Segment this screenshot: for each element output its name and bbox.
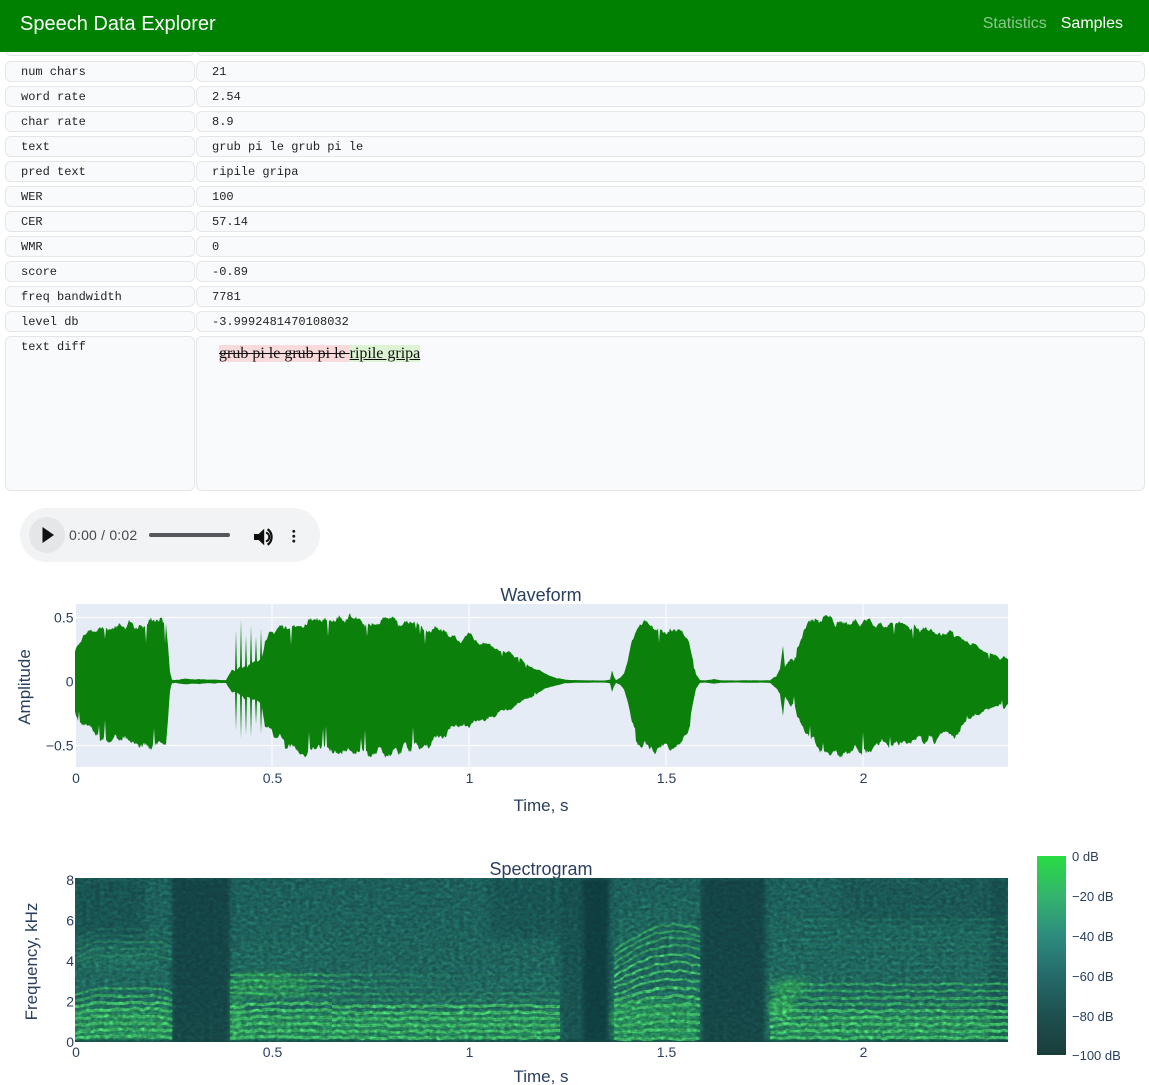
svg-text:1: 1 <box>466 1044 474 1060</box>
svg-text:0.5: 0.5 <box>263 1044 283 1060</box>
svg-text:−100 dB: −100 dB <box>1072 1048 1121 1063</box>
svg-text:−0.5: −0.5 <box>46 738 74 754</box>
svg-text:0 dB: 0 dB <box>1072 849 1099 864</box>
svg-text:2: 2 <box>66 994 74 1010</box>
svg-text:0.5: 0.5 <box>54 610 74 626</box>
svg-text:4: 4 <box>66 953 74 969</box>
svg-text:0: 0 <box>72 770 80 786</box>
svg-text:1: 1 <box>466 770 474 786</box>
svg-text:0.5: 0.5 <box>263 770 283 786</box>
svg-text:6: 6 <box>66 913 74 929</box>
svg-text:−60 dB: −60 dB <box>1072 969 1114 984</box>
svg-text:8: 8 <box>66 872 74 888</box>
svg-text:1.5: 1.5 <box>657 770 677 786</box>
svg-text:Waveform: Waveform <box>500 585 581 605</box>
svg-text:Amplitude: Amplitude <box>15 649 34 725</box>
svg-text:Frequency, kHz: Frequency, kHz <box>22 903 41 1021</box>
svg-text:Time, s: Time, s <box>513 1067 568 1085</box>
svg-text:0: 0 <box>72 1044 80 1060</box>
svg-text:−80 dB: −80 dB <box>1072 1009 1114 1024</box>
svg-text:Time, s: Time, s <box>513 796 568 815</box>
svg-text:0: 0 <box>66 674 74 690</box>
svg-text:−20 dB: −20 dB <box>1072 889 1114 904</box>
svg-text:−40 dB: −40 dB <box>1072 929 1114 944</box>
svg-text:2: 2 <box>860 770 868 786</box>
svg-text:2: 2 <box>860 1044 868 1060</box>
svg-text:1.5: 1.5 <box>657 1044 677 1060</box>
svg-text:Spectrogram: Spectrogram <box>489 859 592 879</box>
